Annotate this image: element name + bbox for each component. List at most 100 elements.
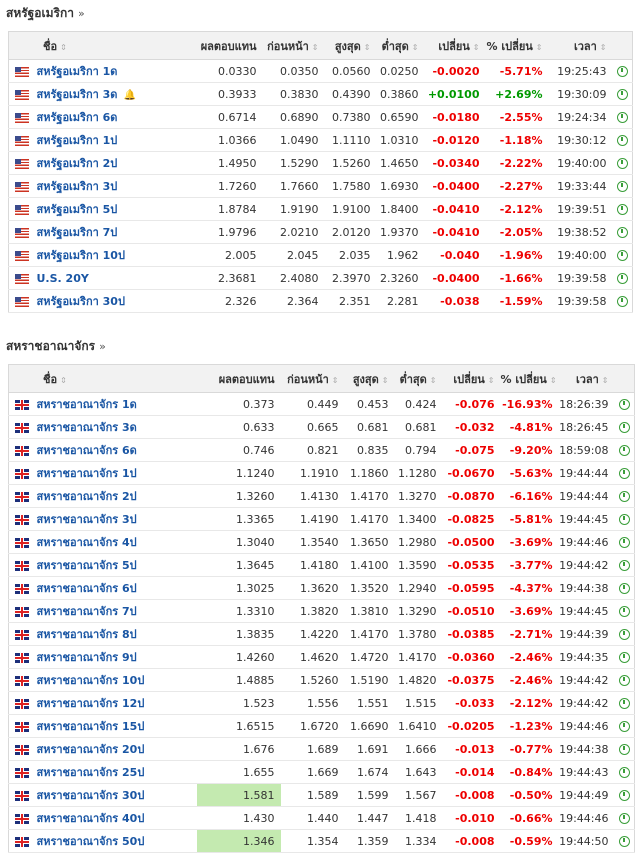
uk-section-title-text[interactable]: สหราชอาณาจักร	[6, 339, 95, 353]
bond-name-link[interactable]: สหรัฐอเมริกา 30ป	[37, 295, 125, 308]
bond-name-cell[interactable]: สหรัฐอเมริกา 10ป	[34, 243, 197, 267]
col-header-name[interactable]: ชื่อ ⇕	[8, 31, 197, 60]
col-header-yield[interactable]: ผลตอบแทน	[196, 31, 263, 60]
bond-name-cell[interactable]: สหราชอาณาจักร 7ป	[34, 599, 197, 623]
bond-name-link[interactable]: สหราชอาณาจักร 4ป	[37, 536, 137, 549]
us-more-link[interactable]: »	[78, 7, 85, 20]
us-section-title-text[interactable]: สหรัฐอเมริกา	[6, 6, 74, 20]
table-row[interactable]: สหราชอาณาจักร 4ป 1.3040 1.3540 1.3650 1.2980…	[8, 530, 635, 554]
bond-name-link[interactable]: U.S. 20Y	[37, 272, 89, 285]
bond-name-link[interactable]: สหราชอาณาจักร 1ป	[37, 467, 137, 480]
bond-name-link[interactable]: สหราชอาณาจักร 10ป	[37, 674, 145, 687]
table-row[interactable]: สหรัฐอเมริกา 7ป 1.9796 2.0210 2.0120 1.9370-…	[8, 220, 633, 244]
col-header-pct-change[interactable]: % เปลี่ยน ⇕	[485, 31, 549, 60]
bond-name-cell[interactable]: สหราชอาณาจักร 8ป	[34, 622, 197, 646]
bond-name-cell[interactable]: สหราชอาณาจักร 6ด	[34, 438, 197, 462]
bond-name-link[interactable]: สหรัฐอเมริกา 1ป	[37, 134, 118, 147]
bond-name-cell[interactable]: สหราชอาณาจักร 10ป	[34, 668, 197, 692]
bond-name-cell[interactable]: U.S. 20Y	[34, 266, 197, 290]
table-row[interactable]: สหราชอาณาจักร 30ป 1.581 1.589 1.599 1.567 -0.…	[8, 783, 635, 807]
bond-name-cell[interactable]: สหราชอาณาจักร 1ด	[34, 392, 197, 416]
sort-icon[interactable]: ⇕	[60, 376, 67, 385]
sort-icon[interactable]: ⇕	[473, 43, 480, 52]
sort-icon[interactable]: ⇕	[312, 43, 319, 52]
bond-name-cell[interactable]: สหราชอาณาจักร 20ป	[34, 737, 197, 761]
bond-name-link[interactable]: สหรัฐอเมริกา 3ด	[37, 88, 118, 101]
bond-name-link[interactable]: สหรัฐอเมริกา 5ป	[37, 203, 118, 216]
table-row[interactable]: สหราชอาณาจักร 7ป 1.3310 1.3820 1.3810 1.3290…	[8, 599, 635, 623]
bond-name-cell[interactable]: สหราชอาณาจักร 6ป	[34, 576, 197, 600]
bond-name-link[interactable]: สหราชอาณาจักร 3ป	[37, 513, 137, 526]
bond-name-cell[interactable]: สหราชอาณาจักร 12ป	[34, 691, 197, 715]
bond-name-link[interactable]: สหราชอาณาจักร 2ป	[37, 490, 137, 503]
sort-icon[interactable]: ⇕	[488, 376, 495, 385]
uk-more-link[interactable]: »	[99, 340, 106, 353]
table-row[interactable]: สหรัฐอเมริกา 1ป 1.0366 1.0490 1.1110 1.0310-…	[8, 128, 633, 152]
sort-icon[interactable]: ⇕	[602, 376, 609, 385]
table-row[interactable]: U.S. 20Y 2.3681 2.4080 2.3970 2.3260 -0.0400-…	[8, 266, 633, 290]
bell-icon[interactable]: 🔔	[123, 90, 135, 101]
col-header-prev[interactable]: ก่อนหน้า ⇕	[262, 31, 325, 60]
bond-name-cell[interactable]: สหรัฐอเมริกา 3ป	[34, 174, 197, 198]
table-row[interactable]: สหรัฐอเมริกา 3ด 🔔 0.3933 0.3830 0.4390 0.3860…	[8, 82, 633, 106]
col-header-change[interactable]: เปลี่ยน ⇕	[442, 364, 501, 393]
table-row[interactable]: สหราชอาณาจักร 8ป 1.3835 1.4220 1.4170 1.3780…	[8, 622, 635, 646]
table-row[interactable]: สหราชอาณาจักร 40ป 1.430 1.440 1.447 1.418 -0.…	[8, 806, 635, 830]
table-row[interactable]: สหราชอาณาจักร 3ป 1.3365 1.4190 1.4170 1.3400…	[8, 507, 635, 531]
us-section-title[interactable]: สหรัฐอเมริกา »	[6, 4, 85, 23]
table-row[interactable]: สหราชอาณาจักร 50ป 1.346 1.354 1.359 1.334 -0.…	[8, 829, 635, 853]
col-header-time[interactable]: เวลา ⇕	[548, 31, 613, 60]
table-row[interactable]: สหราชอาณาจักร 1ป 1.1240 1.1910 1.1860 1.1280…	[8, 461, 635, 485]
bond-name-cell[interactable]: สหรัฐอเมริกา 6ด	[34, 105, 197, 129]
bond-name-cell[interactable]: สหราชอาณาจักร 4ป	[34, 530, 197, 554]
bond-name-cell[interactable]: สหราชอาณาจักร 40ป	[34, 806, 197, 830]
col-header-name[interactable]: ชื่อ ⇕	[8, 364, 197, 393]
col-header-low[interactable]: ต่ำสุด ⇕	[376, 31, 425, 60]
sort-icon[interactable]: ⇕	[60, 43, 67, 52]
bond-name-link[interactable]: สหราชอาณาจักร 15ป	[37, 720, 145, 733]
bond-name-link[interactable]: สหราชอาณาจักร 1ด	[37, 398, 137, 411]
bond-name-cell[interactable]: สหรัฐอเมริกา 3ด 🔔	[34, 82, 197, 106]
table-row[interactable]: สหรัฐอเมริกา 5ป 1.8784 1.9190 1.9100 1.8400-…	[8, 197, 633, 221]
table-row[interactable]: สหราชอาณาจักร 20ป 1.676 1.689 1.691 1.666 -0.…	[8, 737, 635, 761]
table-row[interactable]: สหรัฐอเมริกา 30ป 2.326 2.364 2.351 2.281 -0.0…	[8, 289, 633, 313]
bond-name-cell[interactable]: สหรัฐอเมริกา 1ด	[34, 59, 197, 83]
bond-name-link[interactable]: สหรัฐอเมริกา 10ป	[37, 249, 125, 262]
col-header-prev[interactable]: ก่อนหน้า ⇕	[280, 364, 345, 393]
col-header-high[interactable]: สูงสุด ⇕	[344, 364, 395, 393]
table-row[interactable]: สหราชอาณาจักร 3ด 0.633 0.665 0.681 0.681 -0.0…	[8, 415, 635, 439]
bond-name-cell[interactable]: สหรัฐอเมริกา 2ป	[34, 151, 197, 175]
table-row[interactable]: สหราชอาณาจักร 9ป 1.4260 1.4620 1.4720 1.4170…	[8, 645, 635, 669]
sort-icon[interactable]: ⇕	[332, 376, 339, 385]
bond-name-link[interactable]: สหราชอาณาจักร 50ป	[37, 835, 145, 848]
sort-icon[interactable]: ⇕	[382, 376, 389, 385]
bond-name-link[interactable]: สหราชอาณาจักร 5ป	[37, 559, 137, 572]
bond-name-cell[interactable]: สหราชอาณาจักร 1ป	[34, 461, 197, 485]
bond-name-cell[interactable]: สหราชอาณาจักร 5ป	[34, 553, 197, 577]
bond-name-link[interactable]: สหราชอาณาจักร 30ป	[37, 789, 145, 802]
bond-name-link[interactable]: สหรัฐอเมริกา 2ป	[37, 157, 118, 170]
bond-name-link[interactable]: สหราชอาณาจักร 6ป	[37, 582, 137, 595]
bond-name-link[interactable]: สหรัฐอเมริกา 6ด	[37, 111, 118, 124]
bond-name-cell[interactable]: สหราชอาณาจักร 50ป	[34, 829, 197, 853]
col-header-time[interactable]: เวลา ⇕	[558, 364, 615, 393]
bond-name-cell[interactable]: สหรัฐอเมริกา 1ป	[34, 128, 197, 152]
bond-name-cell[interactable]: สหรัฐอเมริกา 30ป	[34, 289, 197, 313]
bond-name-link[interactable]: สหราชอาณาจักร 40ป	[37, 812, 145, 825]
table-row[interactable]: สหราชอาณาจักร 15ป 1.6515 1.6720 1.6690 1.641…	[8, 714, 635, 738]
bond-name-link[interactable]: สหรัฐอเมริกา 1ด	[37, 65, 118, 78]
col-header-change[interactable]: เปลี่ยน ⇕	[424, 31, 486, 60]
bond-name-cell[interactable]: สหราชอาณาจักร 3ป	[34, 507, 197, 531]
bond-name-cell[interactable]: สหรัฐอเมริกา 7ป	[34, 220, 197, 244]
sort-icon[interactable]: ⇕	[536, 43, 543, 52]
bond-name-link[interactable]: สหราชอาณาจักร 8ป	[37, 628, 137, 641]
bond-name-link[interactable]: สหราชอาณาจักร 3ด	[37, 421, 137, 434]
table-row[interactable]: สหราชอาณาจักร 5ป 1.3645 1.4180 1.4100 1.3590…	[8, 553, 635, 577]
col-header-yield[interactable]: ผลตอบแทน	[196, 364, 281, 393]
bond-name-link[interactable]: สหราชอาณาจักร 9ป	[37, 651, 137, 664]
table-row[interactable]: สหราชอาณาจักร 1ด 0.373 0.449 0.453 0.424 -0.0…	[8, 392, 635, 416]
bond-name-cell[interactable]: สหราชอาณาจักร 9ป	[34, 645, 197, 669]
bond-name-cell[interactable]: สหราชอาณาจักร 15ป	[34, 714, 197, 738]
table-row[interactable]: สหราชอาณาจักร 6ป 1.3025 1.3620 1.3520 1.2940…	[8, 576, 635, 600]
bond-name-cell[interactable]: สหรัฐอเมริกา 5ป	[34, 197, 197, 221]
